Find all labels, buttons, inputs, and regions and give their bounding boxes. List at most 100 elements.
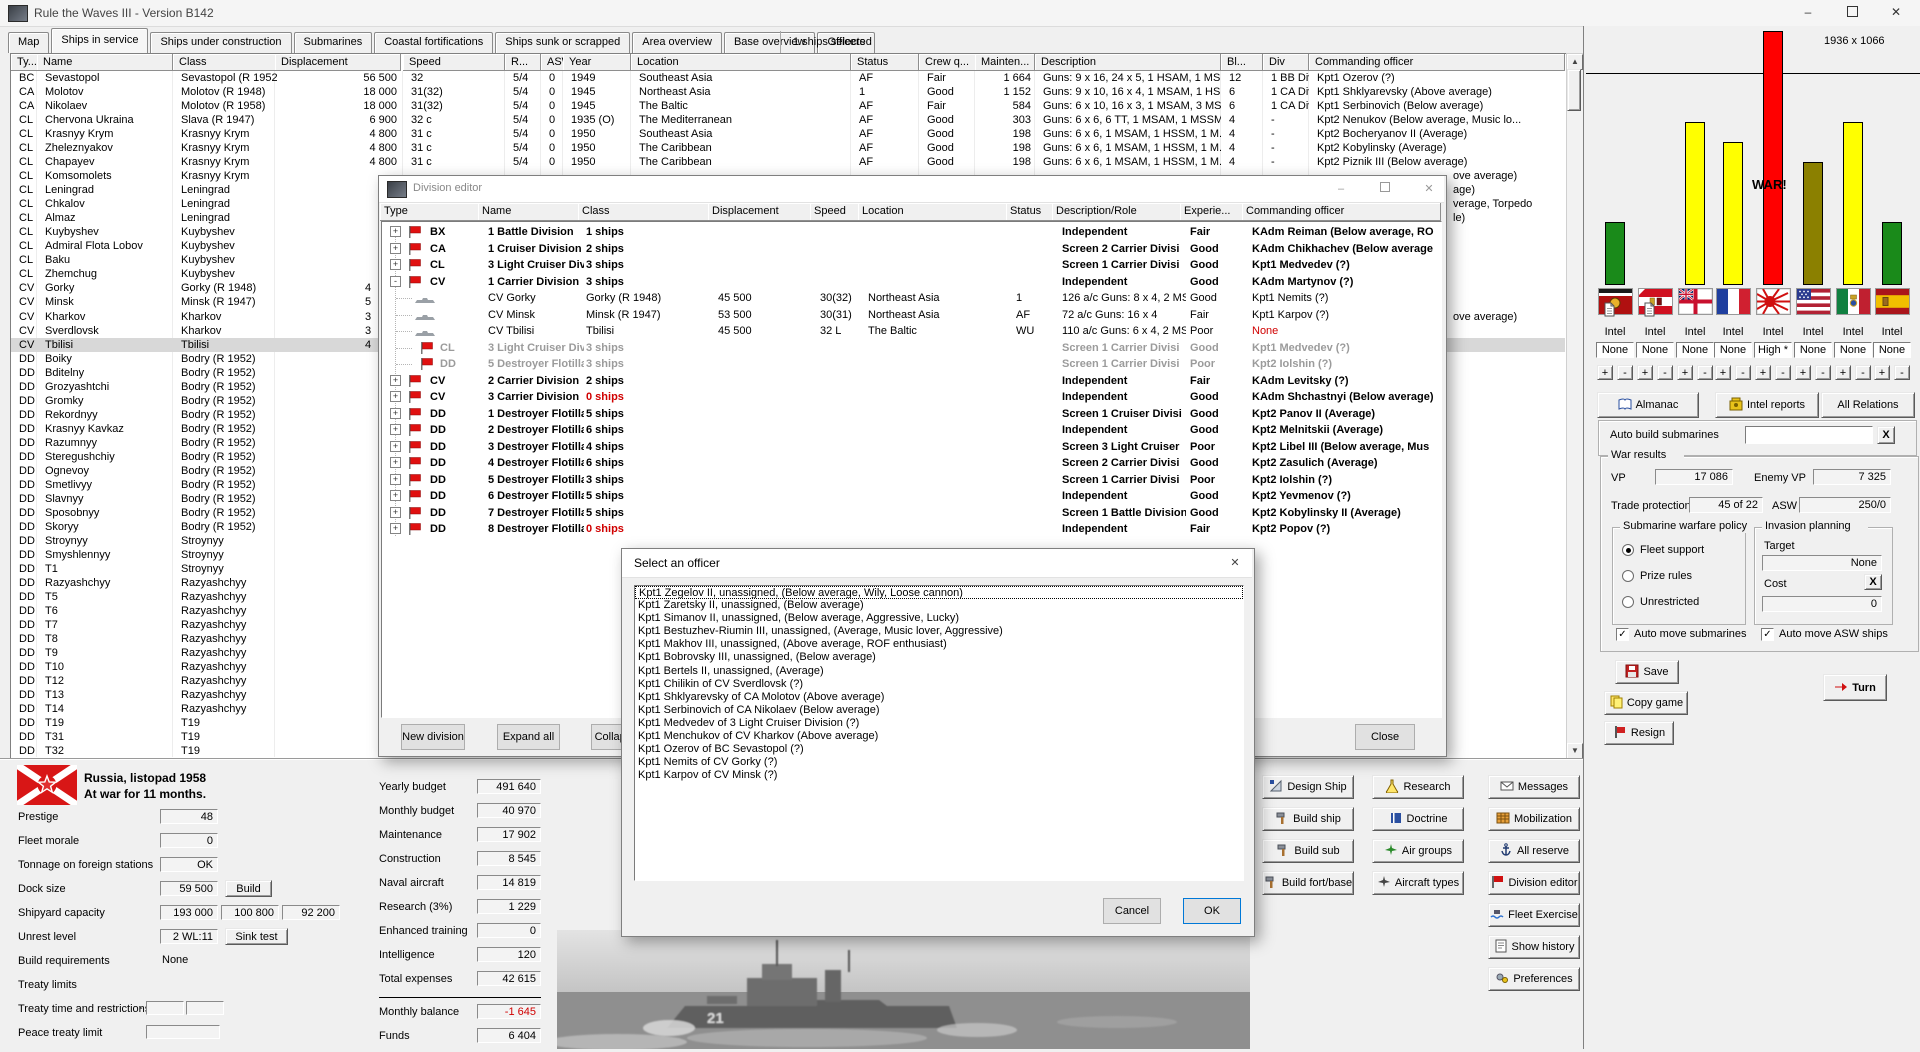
intel-level-japan[interactable]: High * (1754, 342, 1792, 358)
table-row[interactable]: CLChapayevKrasnyy Krym4 80031 c5/401950T… (11, 155, 1565, 169)
division-editor-button[interactable]: Division editor (1488, 871, 1580, 895)
flag-icon-spain[interactable] (1875, 288, 1910, 315)
preferences-button[interactable]: Preferences (1488, 967, 1580, 991)
tab-ships-under-construction[interactable]: Ships under construction (150, 32, 291, 53)
build-fort-base-button[interactable]: Build fort/base (1262, 871, 1354, 895)
officer-list-item[interactable]: Kpt1 Karpov of CV Minsk (?) (635, 769, 1243, 782)
officer-list[interactable]: Kpt1 Zegelov II, unassigned, (Below aver… (634, 585, 1244, 881)
column-header-location[interactable]: Location (631, 54, 851, 71)
column-header-speed[interactable]: Speed (403, 54, 505, 71)
column-header-name[interactable]: Name (37, 54, 173, 71)
officer-list-item[interactable]: Kpt1 Chilikin of CV Sverdlovsk (?) (635, 678, 1243, 691)
officer-list-item[interactable]: Kpt1 Bestuzhev-Riumin III, unassigned, (… (635, 625, 1243, 638)
relation-minus-button[interactable]: - (1735, 365, 1751, 380)
relation-plus-button[interactable]: + (1715, 365, 1731, 380)
save-button[interactable]: Save (1615, 660, 1679, 684)
intel-level-united-kingdom[interactable]: None (1676, 342, 1714, 358)
expand-icon[interactable]: + (390, 391, 401, 402)
cancel-button[interactable]: Cancel (1103, 898, 1161, 924)
tab-map[interactable]: Map (8, 32, 49, 53)
fleet-exercise-button[interactable]: Fleet Exercise (1488, 903, 1580, 927)
radio-unrestricted[interactable] (1622, 596, 1634, 608)
division-row[interactable]: +BX1 Battle Division1 shipsIndependentFa… (382, 224, 1439, 240)
report-doc-icon[interactable] (1644, 302, 1655, 317)
expand-icon[interactable]: + (390, 243, 401, 254)
officer-list-item[interactable]: Kpt1 Zegelov II, unassigned, (Below aver… (635, 586, 1243, 599)
column-header-experie[interactable]: Experie... (1180, 203, 1243, 221)
expand-icon[interactable]: + (390, 424, 401, 435)
relation-minus-button[interactable]: - (1657, 365, 1673, 380)
sink-test-button[interactable]: Sink test (225, 928, 288, 945)
column-header-class[interactable]: Class (173, 54, 277, 71)
column-header-description[interactable]: Description (1035, 54, 1221, 71)
expand-icon[interactable]: + (390, 259, 401, 270)
clear-invasion-target-button[interactable]: X (1864, 574, 1882, 590)
research-button[interactable]: Research (1372, 775, 1464, 799)
clear-auto-build-button[interactable]: X (1877, 426, 1895, 444)
flag-icon-france[interactable] (1716, 288, 1751, 315)
close-icon[interactable]: ✕ (1218, 549, 1252, 577)
column-header-asw[interactable]: ASW (541, 54, 565, 71)
division-row[interactable]: +DD3 Destroyer Flotilla4 shipsScreen 3 L… (382, 439, 1439, 455)
checkbox-auto-move-asw-ships[interactable]: ✓ (1761, 628, 1774, 641)
intel-reports-button[interactable]: Intel reports (1715, 392, 1819, 418)
almanac-button[interactable]: Almanac (1597, 392, 1699, 418)
officer-list-item[interactable]: Kpt1 Menchukov of CV Kharkov (Above aver… (635, 730, 1243, 743)
tab-ships-sunk-or-scrapped[interactable]: Ships sunk or scrapped (495, 32, 630, 53)
division-row[interactable]: +DD1 Destroyer Flotilla5 shipsScreen 1 C… (382, 406, 1439, 422)
division-row[interactable]: +DD7 Destroyer Flotilla5 shipsScreen 1 B… (382, 505, 1439, 521)
relation-plus-button[interactable]: + (1874, 365, 1890, 380)
mobilization-button[interactable]: Mobilization (1488, 807, 1580, 831)
relation-minus-button[interactable]: - (1617, 365, 1633, 380)
relation-plus-button[interactable]: + (1835, 365, 1851, 380)
expand-icon[interactable]: + (390, 375, 401, 386)
column-header-name[interactable]: Name (478, 203, 579, 221)
expand-all-button[interactable]: Expand all (497, 724, 560, 750)
all-reserve-button[interactable]: All reserve (1488, 839, 1580, 863)
intel-level-united-states[interactable]: None (1794, 342, 1832, 358)
division-row[interactable]: +DD6 Destroyer Flotilla5 shipsIndependen… (382, 488, 1439, 504)
expand-icon[interactable]: + (390, 523, 401, 534)
expand-icon[interactable]: + (390, 507, 401, 518)
scroll-down-icon[interactable]: ▼ (1567, 743, 1583, 759)
turn-button[interactable]: Turn (1823, 674, 1887, 701)
column-header-mainten[interactable]: Mainten... (975, 54, 1035, 71)
division-row[interactable]: CV GorkyGorky (R 1948)45 50030(32)Northe… (382, 290, 1439, 306)
table-scrollbar[interactable]: ▲ ▼ (1566, 53, 1584, 760)
close-icon[interactable]: ✕ (1874, 0, 1918, 25)
column-header-commanding-officer[interactable]: Commanding officer (1309, 54, 1565, 71)
build-button[interactable]: Build (225, 880, 272, 897)
design-ship-button[interactable]: Design Ship (1262, 775, 1354, 799)
relation-minus-button[interactable]: - (1775, 365, 1791, 380)
build-ship-button[interactable]: Build ship (1262, 807, 1354, 831)
division-row[interactable]: +CL3 Light Cruiser Divisi3 shipsScreen 1… (382, 257, 1439, 273)
officer-list-item[interactable]: Kpt1 Serbinovich of CA Nikolaev (Below a… (635, 704, 1243, 717)
close-button[interactable]: Close (1355, 724, 1415, 750)
copy-game-button[interactable]: Copy game (1604, 691, 1688, 715)
minimize-icon[interactable]: – (1326, 176, 1356, 202)
officer-dialog-titlebar[interactable]: Select an officer✕ (622, 549, 1252, 578)
division-row[interactable]: CV MinskMinsk (R 1947)53 50030(31)Northe… (382, 307, 1439, 323)
division-editor-titlebar[interactable]: Division editor–✕ (379, 176, 1444, 203)
column-header-displacement[interactable]: Displacement (275, 54, 401, 71)
column-header-commanding-officer[interactable]: Commanding officer (1242, 203, 1441, 221)
flag-icon-japan[interactable] (1756, 288, 1791, 315)
table-row[interactable]: CAMolotovMolotov (R 1948)18 00031(32)5/4… (11, 85, 1565, 99)
relation-plus-button[interactable]: + (1597, 365, 1613, 380)
table-row[interactable]: CLKrasnyy KrymKrasnyy Krym4 80031 c5/401… (11, 127, 1565, 141)
division-row[interactable]: DD5 Destroyer Flotilla3 shipsScreen 1 Ca… (382, 356, 1439, 372)
relation-minus-button[interactable]: - (1894, 365, 1910, 380)
officer-list-item[interactable]: Kpt1 Nemits of CV Gorky (?) (635, 756, 1243, 769)
officer-list-item[interactable]: Kpt1 Bobrovsky III, unassigned, (Below a… (635, 651, 1243, 664)
intel-level-italy[interactable]: None (1834, 342, 1872, 358)
radio-fleet-support[interactable] (1622, 544, 1634, 556)
column-header-r[interactable]: R... (505, 54, 541, 71)
resign-button[interactable]: Resign (1604, 721, 1674, 745)
expand-icon[interactable]: + (390, 408, 401, 419)
relation-minus-button[interactable]: - (1815, 365, 1831, 380)
column-header-crew-q[interactable]: Crew q... (919, 54, 977, 71)
show-history-button[interactable]: Show history (1488, 935, 1580, 959)
column-header-status[interactable]: Status (851, 54, 919, 71)
flag-icon-united-states[interactable] (1796, 288, 1831, 315)
column-header-status[interactable]: Status (1006, 203, 1053, 221)
